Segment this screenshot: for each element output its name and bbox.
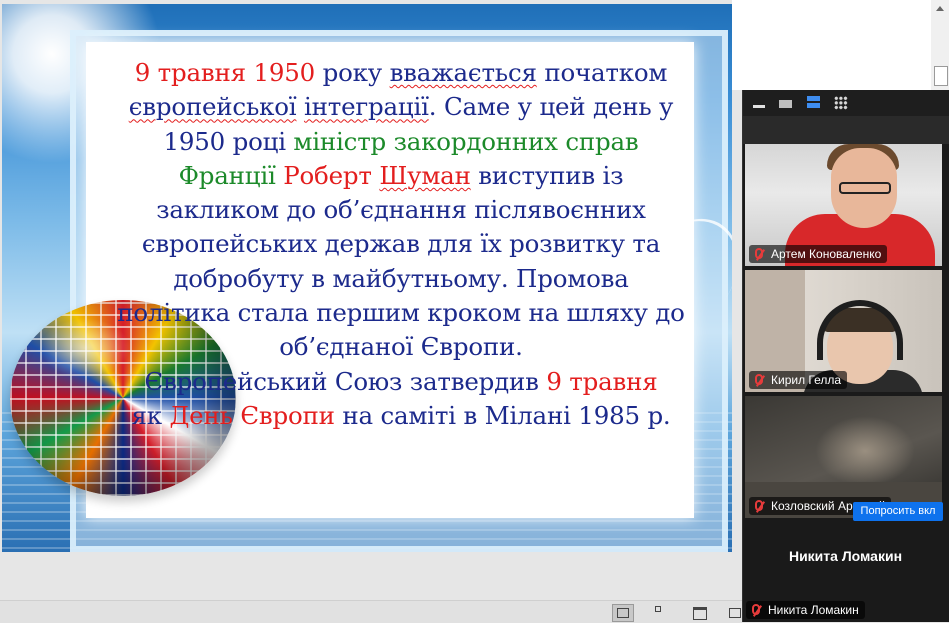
slide-text-line: Франції Роберт Шуман виступив із: [108, 159, 694, 193]
participant-avatar-name: Никита Ломакин: [788, 548, 903, 564]
slide-text-run: . Саме у цей день у: [428, 92, 674, 122]
slide-text-run: об’єднаної Європи.: [279, 332, 523, 362]
participant-tile[interactable]: Артем Коноваленко: [745, 144, 942, 266]
minimize-icon[interactable]: [753, 98, 765, 108]
slide-text-run: 9 травня 1950: [134, 58, 316, 87]
participant-name: Никита Ломакин: [768, 603, 859, 617]
slide-text-run: Франції: [178, 160, 284, 190]
slide-text-line: європейської інтеграції. Саме у цей день…: [108, 90, 694, 124]
window-icon[interactable]: [779, 100, 792, 108]
slide-text-line: 9 травня 1950 року вважається початком: [108, 56, 694, 90]
slide-text-line: об’єднаної Європи.: [108, 330, 694, 364]
slide-text-run: добробуту в майбутньому. Промова: [173, 263, 629, 293]
status-bar: [0, 600, 742, 623]
slideshow-icon[interactable]: [727, 604, 741, 620]
participant-name-tag: Артем Коноваленко: [749, 245, 888, 263]
slide-text-line: як День Європи на саміті в Мілані 1985 р…: [108, 399, 694, 433]
normal-view-icon[interactable]: [612, 604, 634, 622]
slide-text-run: 9 травня: [546, 366, 658, 396]
slide-text-run: вважається: [389, 58, 537, 87]
slide-text-line: добробуту в майбутньому. Промова: [108, 262, 694, 296]
gallery-view-icon[interactable]: [834, 96, 848, 110]
participant-name-tag: Кирил Гелла: [749, 371, 848, 389]
slide-text-run: виступив із: [470, 160, 624, 190]
slide-text-run: 1950 році: [163, 126, 294, 156]
scroll-up-bar[interactable]: [743, 116, 949, 163]
mic-muted-icon: [755, 500, 763, 511]
slide-body-text[interactable]: 9 травня 1950 року вважається початком єв…: [108, 56, 694, 433]
slide-text-run: року: [315, 58, 390, 87]
scroll-up-icon[interactable]: [936, 6, 944, 11]
mic-muted-icon: [755, 248, 763, 259]
participant-name: Артем Коноваленко: [771, 247, 882, 261]
participant-name-tag: Никита Ломакин: [746, 601, 865, 619]
video-panel: Артем Коноваленко Кирил Гелла Козловский…: [742, 90, 949, 622]
mic-muted-icon: [752, 604, 760, 615]
slide-text-run: День Європи: [169, 400, 335, 430]
slide-text-run: початком: [536, 58, 668, 87]
slide-text-run: Шуман: [379, 160, 471, 190]
participant-tile[interactable]: Козловский Арсений: [745, 396, 942, 518]
headset: [817, 300, 903, 360]
slide-text-line: закликом до об’єднання післявоєнних: [108, 193, 694, 227]
slide-text-run: політика стала першим кроком на шляху до: [117, 298, 685, 328]
slide-text-line: Європейський Союз затвердив 9 травня: [108, 365, 694, 399]
video-toolbar: [743, 90, 949, 116]
speaker-view-icon[interactable]: [807, 96, 820, 109]
slide-text-run: на саміті в Мілані 1985 р.: [334, 400, 671, 430]
glasses: [839, 182, 891, 194]
vertical-scrollbar[interactable]: [931, 0, 949, 90]
slide-text-line: 1950 році міністр закордонних справ: [108, 125, 694, 159]
slide-text-run: інтеграції: [303, 92, 429, 122]
slide-text-line: політика стала першим кроком на шляху до: [108, 296, 694, 330]
slide-text-run: як: [131, 400, 170, 430]
ask-to-unmute-button[interactable]: Попросить вкл: [853, 502, 943, 521]
slide-text-run: європейських держав для їх розвитку та: [141, 229, 661, 259]
scroll-thumb[interactable]: [934, 66, 948, 86]
mic-muted-icon: [755, 374, 763, 385]
document-margin: [732, 0, 949, 90]
slide-text-run: європейської: [128, 92, 297, 122]
reading-view-icon[interactable]: [690, 604, 710, 620]
video-background: [815, 416, 915, 486]
slide-text-line: європейських держав для їх розвитку та: [108, 227, 694, 261]
slide-text-run: Роберт: [283, 160, 380, 190]
slide-sorter-icon[interactable]: [652, 604, 672, 620]
participant-tile[interactable]: Кирил Гелла: [745, 270, 942, 392]
participant-name: Кирил Гелла: [771, 373, 842, 387]
slide-text-run: Європейський Союз затвердив: [144, 366, 547, 396]
slide-text-run: міністр закордонних справ: [293, 126, 639, 156]
slide-text-run: закликом до об’єднання післявоєнних: [156, 195, 646, 225]
slide-text-run: [296, 92, 304, 121]
